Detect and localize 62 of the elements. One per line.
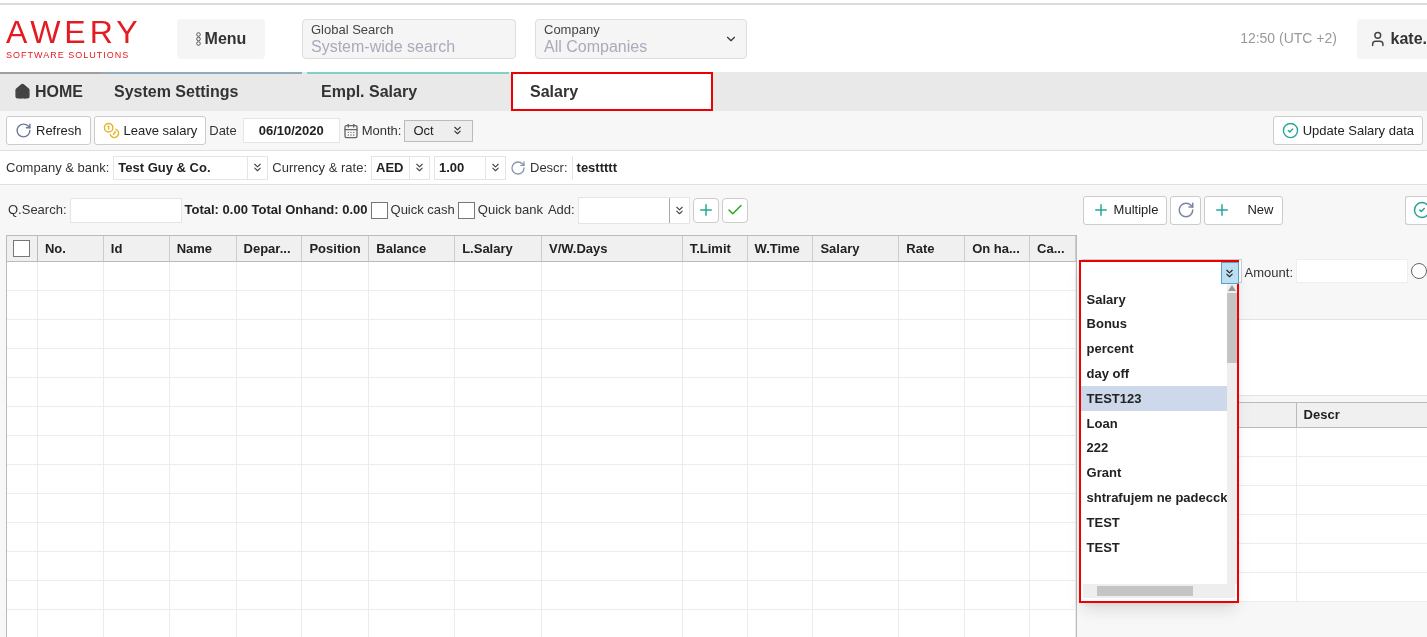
column-header[interactable]: V/W.Days [542,236,683,261]
leave-salary-button[interactable]: Leave salary [93,116,207,145]
company-select[interactable]: Company All Companies [535,18,747,59]
month-label: Month: [361,121,402,140]
update-salary-button[interactable]: Update Salary data [1272,116,1423,145]
field-placeholder: System-wide search [311,36,457,56]
amount-label: Amount: [1244,264,1293,282]
date-field[interactable]: 06/10/2020 [242,118,340,143]
quick-search-label: Q.Search: [8,201,67,220]
company-bank-select[interactable]: Test Guy & Co. [113,155,269,180]
dropdown-item[interactable]: Grant [1080,460,1228,486]
field-label: Global Search [311,21,395,37]
field-label: Company [544,21,601,37]
column-header[interactable]: Id [103,236,170,261]
menu-button[interactable]: Menu [177,18,265,59]
tab[interactable]: Empl. Salary [307,72,509,111]
column-header[interactable]: T.Limit [682,236,748,261]
column-header[interactable]: Descr [1296,403,1427,427]
rate-select[interactable]: 1.00 [434,155,506,180]
global-search-field[interactable]: Global Search System-wide search [302,18,516,59]
column-header[interactable]: No. [37,236,104,261]
refresh-button[interactable]: Refresh [6,116,91,145]
tab[interactable]: Salary [511,72,713,111]
dropdown-item[interactable]: Bonus [1080,311,1228,337]
company-bank-label: Company & bank: [6,158,110,177]
column-header[interactable]: Ca... [1030,236,1076,261]
dropdown-item[interactable]: Loan [1080,411,1228,436]
dropdown-item[interactable]: TEST [1080,510,1228,535]
column-header[interactable]: L.Salary [455,236,542,261]
column-header[interactable]: W.Time [747,236,814,261]
dropdown-item[interactable]: day off [1080,361,1228,387]
currency-label: Currency & rate: [272,158,367,177]
new-button[interactable]: New [1204,195,1284,225]
logo-wordmark: AWERY [6,14,143,49]
dropdown-item[interactable]: 222 [1080,435,1228,461]
dropdown-item[interactable]: TEST [1080,534,1228,560]
column-header[interactable]: Depar... [236,236,303,261]
date-label: Date [209,121,237,140]
clock: 12:50 (UTC +2) [1240,29,1337,48]
dropdown-item[interactable]: Salary [1080,287,1228,312]
add-label: Add: [547,201,575,220]
tab[interactable]: HOME [0,72,100,111]
column-header[interactable]: On ha... [965,236,1031,261]
month-select[interactable]: Oct [404,119,474,142]
dropdown-item[interactable]: percent [1080,336,1228,362]
tab[interactable]: System Settings [100,72,302,111]
currency-select[interactable]: AED [371,155,430,180]
quick-bank-label: Quick bank [477,201,543,220]
user-button[interactable]: kate. [1357,18,1427,59]
column-header[interactable]: Position [302,236,370,261]
totals-text: Total: 0.00 Total Onhand: 0.00 [184,201,368,220]
column-header[interactable]: Salary [813,236,900,261]
dropdown-item[interactable]: TEST123 [1080,386,1228,411]
descr-label: Descr: [530,158,568,177]
multiple-button[interactable]: Multiple [1082,195,1168,225]
field-placeholder: All Companies [544,37,649,56]
column-header[interactable]: Name [169,236,237,261]
quick-cash-label: Quick cash [390,201,455,220]
dropdown-item[interactable]: shtrafujem ne padecck [1080,485,1228,511]
column-header[interactable]: Balance [369,236,456,261]
logo-tagline: SOFTWARE SOLUTIONS [6,48,131,62]
column-header[interactable]: Rate [899,236,966,261]
